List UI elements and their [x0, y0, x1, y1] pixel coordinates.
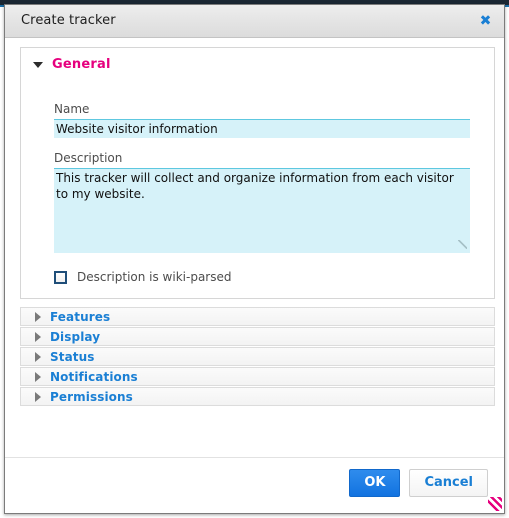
chevron-right-icon[interactable]	[35, 331, 41, 342]
dialog-footer: OK Cancel	[5, 457, 504, 513]
name-label: Name	[54, 102, 90, 116]
chevron-right-icon[interactable]	[35, 391, 41, 402]
section-label-status: Status	[50, 349, 95, 364]
description-label: Description	[54, 151, 123, 165]
wiki-parsed-checkbox[interactable]	[54, 270, 67, 284]
description-textarea[interactable]	[54, 168, 470, 253]
section-row-permissions[interactable]: Permissions	[20, 387, 495, 406]
general-panel-header[interactable]: General	[33, 57, 111, 72]
description-wrapper	[54, 168, 470, 253]
chevron-right-icon[interactable]	[35, 311, 41, 322]
chevron-right-icon[interactable]	[35, 351, 41, 362]
section-label-display: Display	[50, 329, 101, 344]
field-spacer	[54, 138, 470, 151]
section-label-notifications: Notifications	[50, 369, 138, 384]
cancel-button[interactable]: Cancel	[409, 469, 488, 497]
wiki-parsed-label[interactable]: Description is wiki-parsed	[77, 270, 231, 284]
section-row-notifications[interactable]: Notifications	[20, 367, 495, 386]
dialog-title: Create tracker	[21, 13, 116, 28]
wiki-parsed-row[interactable]: Description is wiki-parsed	[54, 270, 231, 284]
name-input[interactable]	[54, 119, 470, 138]
general-panel: General Name Description Description is …	[20, 47, 495, 299]
section-row-features[interactable]: Features	[20, 307, 495, 326]
dialog-body: General Name Description Description is …	[5, 39, 504, 458]
general-fields: Name Description	[54, 102, 470, 253]
collapsed-sections: Features Display Status Notifications Pe…	[20, 307, 495, 407]
create-tracker-dialog: Create tracker ✖ General Name Descriptio…	[4, 4, 505, 514]
general-panel-label: General	[52, 57, 111, 72]
chevron-down-icon[interactable]	[33, 61, 43, 68]
section-label-permissions: Permissions	[50, 389, 133, 404]
section-row-display[interactable]: Display	[20, 327, 495, 346]
section-row-status[interactable]: Status	[20, 347, 495, 366]
section-label-features: Features	[50, 309, 111, 324]
dialog-titlebar[interactable]: Create tracker ✖	[5, 5, 504, 38]
resize-grip-icon[interactable]	[488, 497, 502, 511]
chevron-right-icon[interactable]	[35, 371, 41, 382]
ok-button[interactable]: OK	[349, 469, 401, 497]
dialog-button-row: OK Cancel	[349, 469, 488, 497]
close-icon[interactable]: ✖	[477, 13, 494, 30]
